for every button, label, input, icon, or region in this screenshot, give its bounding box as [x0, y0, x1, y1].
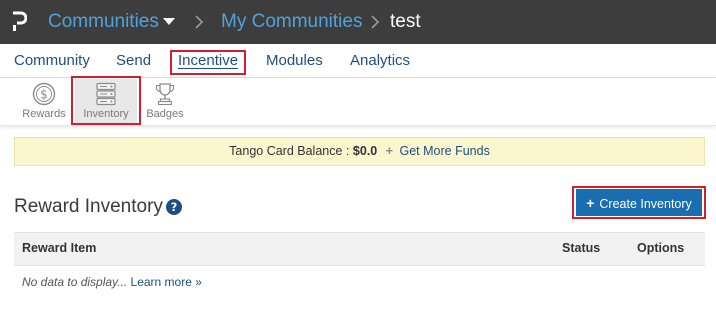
column-header-status[interactable]: Status	[562, 241, 600, 255]
primary-tabs: Community Send Incentive Modules Analyti…	[0, 44, 716, 78]
column-header-options: Options	[637, 241, 685, 255]
tab-modules[interactable]: Modules	[266, 52, 323, 70]
subnav-badges-label: Badges	[146, 108, 184, 120]
breadcrumb-separator-icon	[371, 15, 380, 29]
svg-text:$: $	[40, 88, 48, 102]
table-header: Reward Item Status Options	[14, 232, 705, 266]
top-bar: Communities My Communities test	[0, 0, 716, 44]
subnav-rewards-label: Rewards	[22, 108, 66, 120]
highlight-box	[572, 186, 706, 219]
learn-more-link[interactable]: Learn more »	[131, 275, 202, 289]
highlight-box	[170, 50, 246, 75]
no-data-text: No data to display...	[22, 275, 128, 289]
breadcrumb-separator-icon	[195, 15, 204, 29]
balance-value: $0.0	[352, 144, 378, 158]
trophy-icon	[155, 83, 175, 106]
chevron-down-icon[interactable]	[163, 18, 175, 26]
balance-label: Tango Card Balance :	[229, 144, 350, 158]
tab-send[interactable]: Send	[116, 52, 151, 70]
tab-community[interactable]: Community	[14, 52, 90, 70]
balance-banner: Tango Card Balance : $0.0 + Get More Fun…	[14, 137, 705, 166]
subnav-badges[interactable]: Badges	[143, 79, 187, 125]
page-title: Reward Inventory	[14, 196, 163, 217]
breadcrumb-communities[interactable]: Communities	[48, 10, 159, 34]
svg-text:?: ?	[171, 200, 178, 214]
subnav-rewards[interactable]: $ Rewards	[20, 79, 68, 125]
dollar-coin-icon: $	[32, 82, 56, 106]
plus-icon: +	[385, 144, 394, 158]
table-empty-message: No data to display... Learn more »	[22, 275, 202, 289]
column-header-reward-item[interactable]: Reward Item	[22, 241, 96, 255]
tab-analytics[interactable]: Analytics	[350, 52, 410, 70]
breadcrumb-current: test	[390, 11, 421, 32]
get-more-funds-link[interactable]: Get More Funds	[400, 144, 490, 158]
question-circle-icon[interactable]: ?	[166, 199, 182, 215]
p-logo-icon[interactable]	[11, 11, 27, 33]
highlight-box	[71, 76, 141, 125]
breadcrumb-my-communities[interactable]: My Communities	[221, 10, 362, 34]
